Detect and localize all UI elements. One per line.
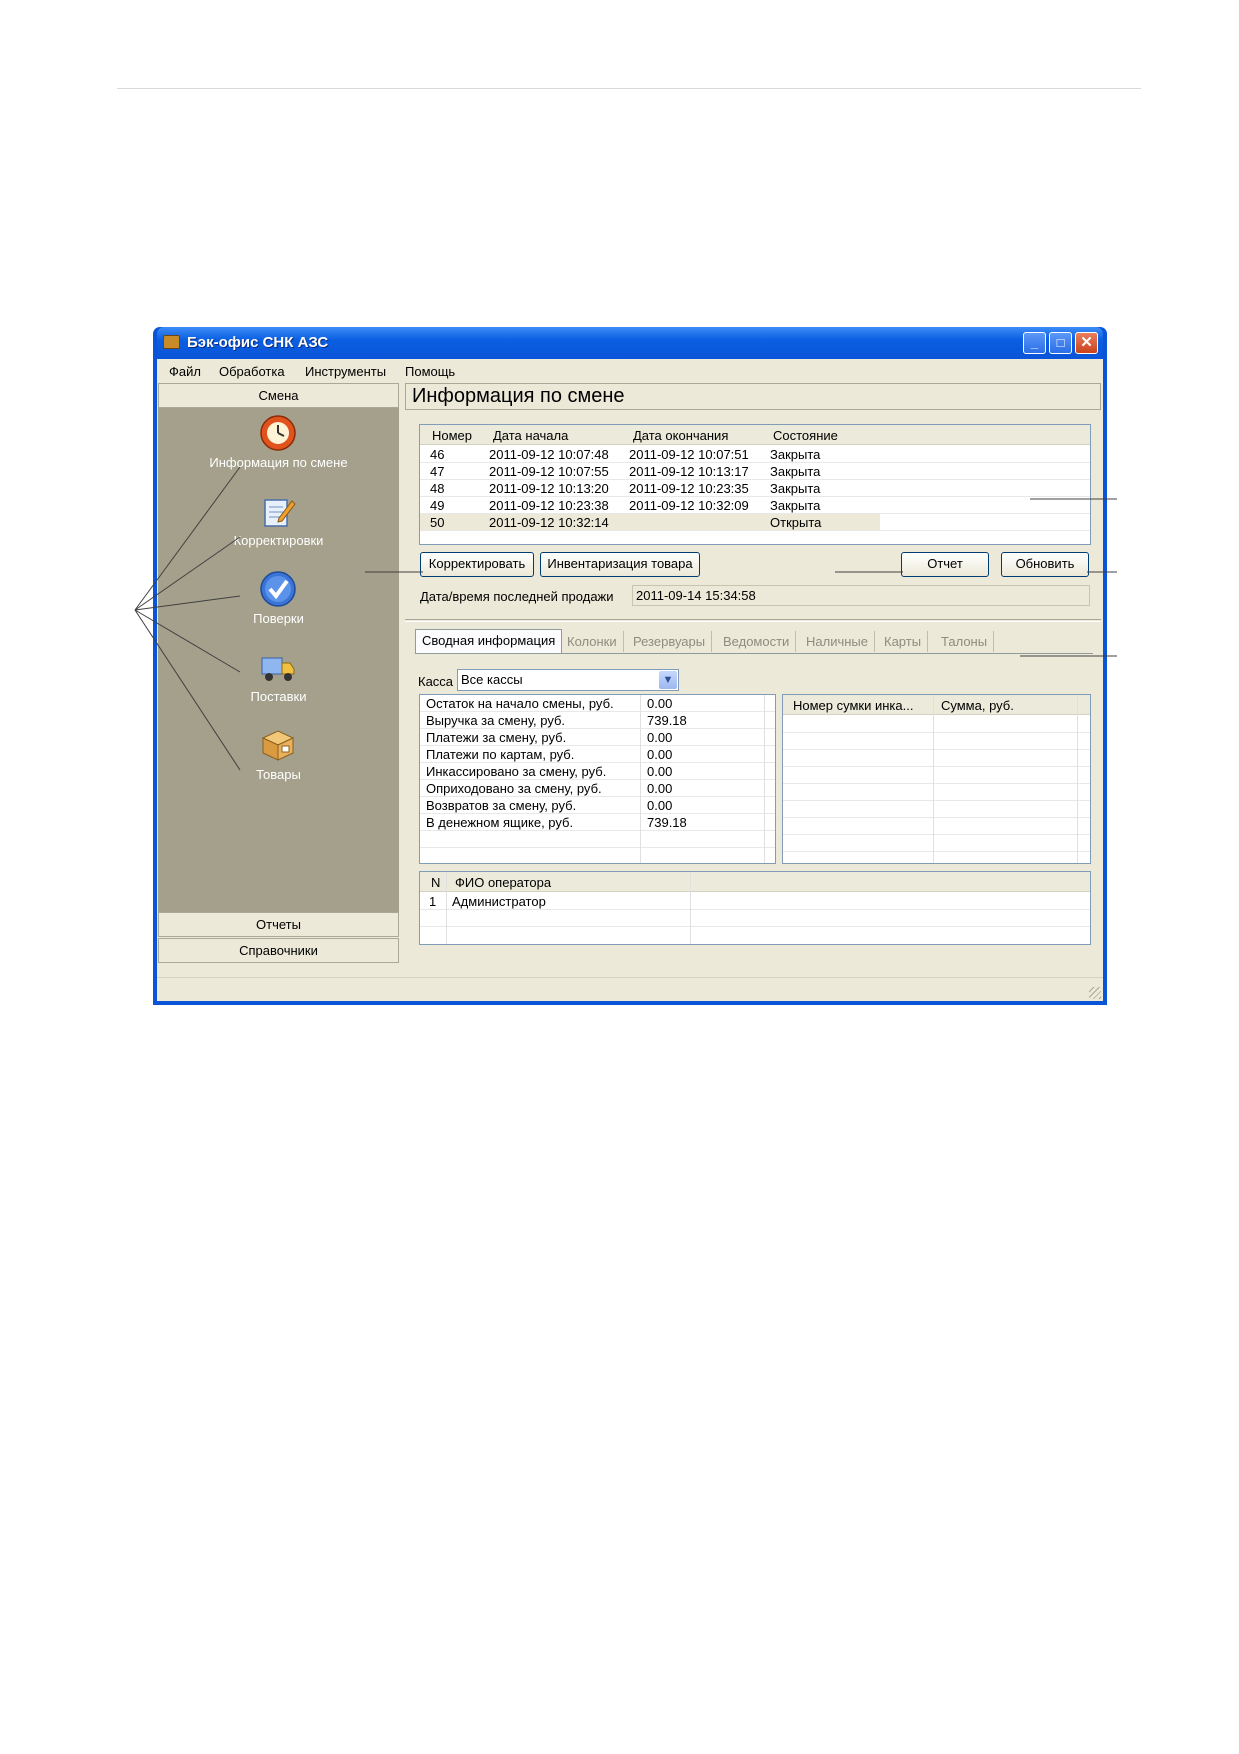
callout-lines	[134, 466, 1117, 771]
callout-line	[134, 466, 241, 611]
callout-line	[134, 595, 241, 611]
callout-line	[134, 609, 241, 673]
callout-line	[134, 536, 241, 611]
callout-line	[134, 609, 241, 771]
